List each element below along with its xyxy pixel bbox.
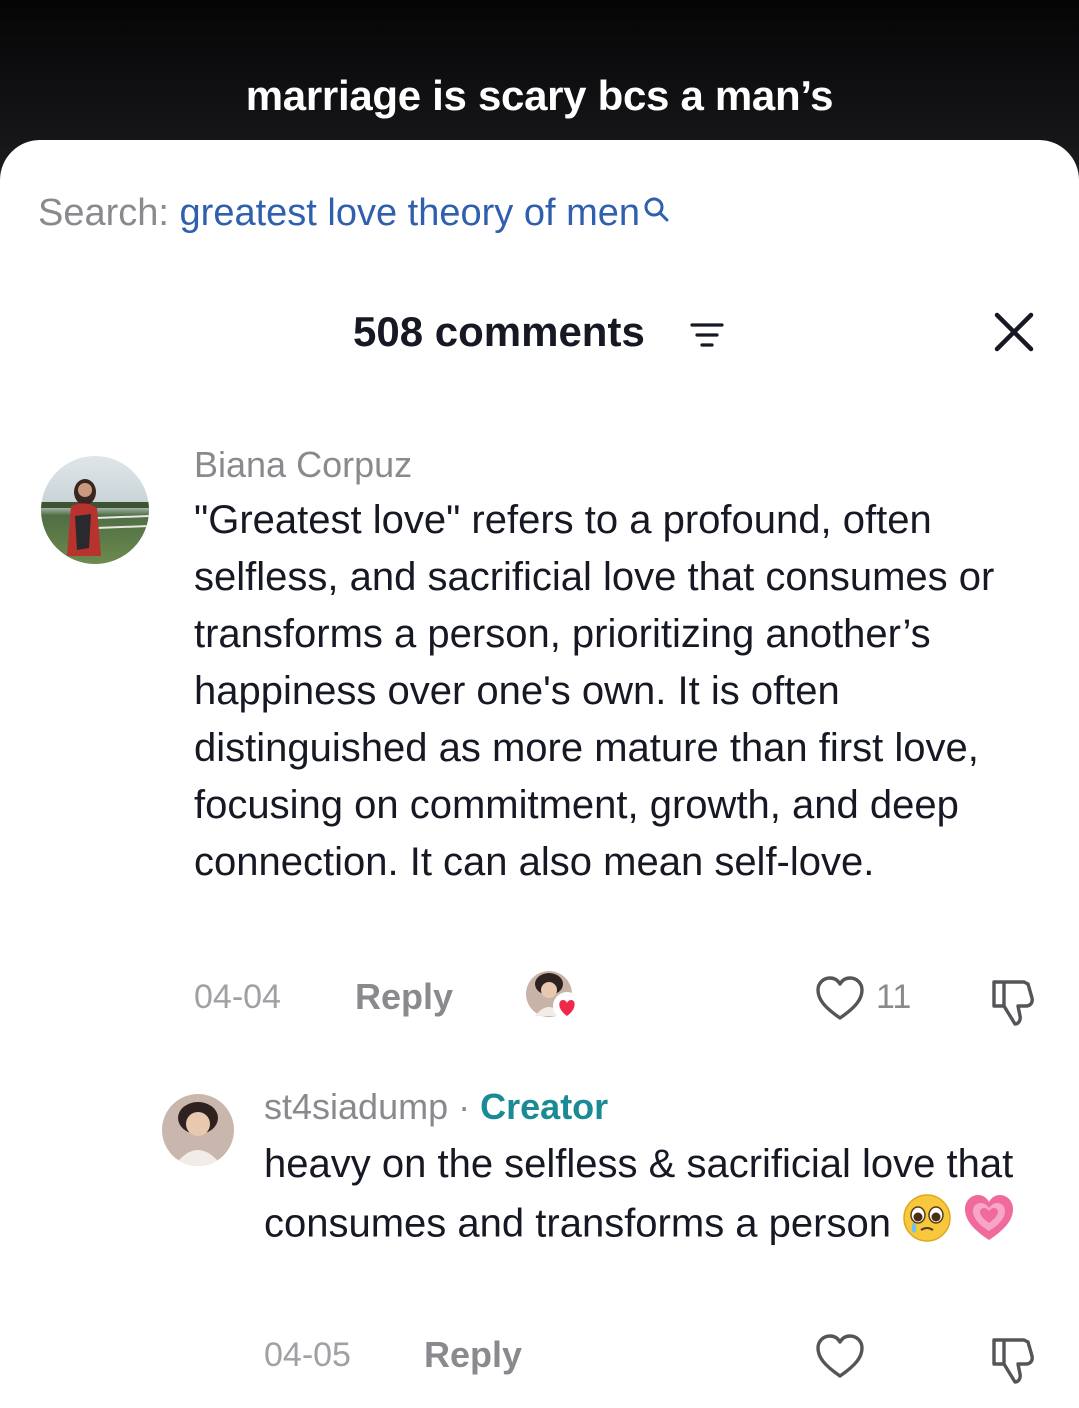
sort-icon[interactable] (690, 322, 724, 353)
search-icon (642, 190, 670, 233)
separator-dot: · (458, 1086, 471, 1127)
reply-text: heavy on the selfless & sacrificial love… (264, 1142, 1014, 1246)
reply-like-button[interactable] (814, 1332, 866, 1382)
creator-liked-indicator (525, 970, 583, 1022)
reply-username[interactable]: st4siadump (264, 1086, 448, 1127)
comments-sheet: Search: greatest love theory of men 508 … (0, 140, 1079, 1408)
reply-dislike-button[interactable] (988, 1332, 1040, 1386)
growing-heart-emoji (963, 1193, 1015, 1259)
creator-badge: Creator (480, 1086, 609, 1127)
heart-outline-icon (816, 1334, 864, 1378)
video-caption: marriage is scary bcs a man’s (245, 72, 834, 119)
creator-avatar-heart-icon (526, 971, 581, 1020)
pleading-face-emoji (902, 1193, 952, 1259)
dislike-button[interactable] (988, 974, 1040, 1028)
search-query-link[interactable]: greatest love theory of men (180, 192, 640, 234)
reply-button[interactable]: Reply (355, 976, 453, 1018)
heart-outline-icon (816, 976, 864, 1020)
thumbs-down-icon (992, 980, 1034, 1026)
avatar[interactable] (41, 456, 149, 564)
comment-count: 508 comments (353, 308, 645, 355)
reply-reply-button[interactable]: Reply (424, 1334, 522, 1376)
comments-header: 508 comments (0, 308, 1079, 360)
thumbs-down-icon (992, 1338, 1034, 1384)
comment-text: "Greatest love" refers to a profound, of… (194, 498, 995, 884)
close-button[interactable] (990, 308, 1038, 356)
like-count: 11 (876, 978, 912, 1016)
reply-avatar[interactable] (162, 1094, 234, 1166)
reply-date: 04-05 (264, 1336, 351, 1374)
comment-date: 04-04 (194, 978, 281, 1016)
comment-username[interactable]: Biana Corpuz (194, 444, 412, 486)
search-label: Search: (38, 192, 169, 234)
search-suggestion[interactable]: Search: greatest love theory of men (38, 192, 670, 235)
close-icon (994, 312, 1034, 352)
reply-username-row: st4siadump · Creator (264, 1086, 608, 1128)
reply-text-block: heavy on the selfless & sacrificial love… (264, 1136, 1044, 1259)
like-button[interactable] (814, 974, 866, 1024)
